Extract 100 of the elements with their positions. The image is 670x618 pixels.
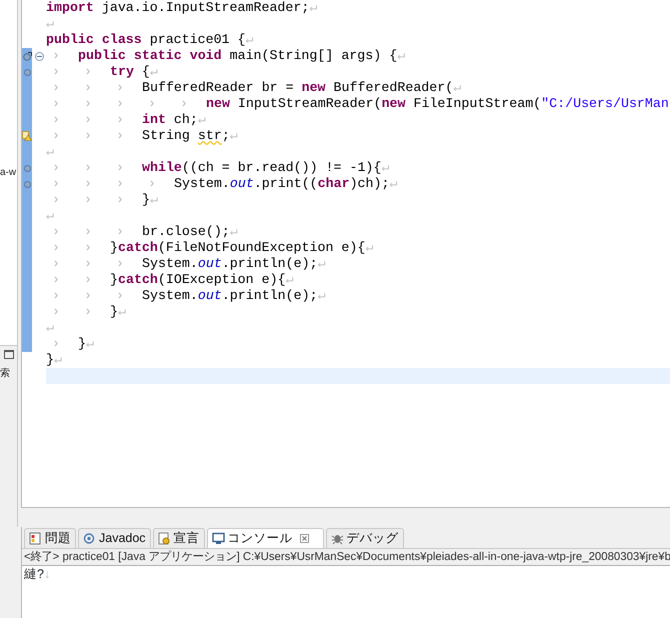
tab-marker: › xyxy=(51,192,61,208)
tab-marker: › xyxy=(115,288,125,304)
code-token: str xyxy=(198,128,222,144)
line-end-marker: ↵ xyxy=(230,224,238,240)
code-token: ((ch = br.read()) != -1){ xyxy=(182,160,382,176)
code-token: } xyxy=(142,192,150,208)
tab-marker: › xyxy=(83,128,93,144)
code-token: ch; xyxy=(172,112,198,128)
line-end-marker: ↵ xyxy=(389,176,398,192)
tab-marker: › xyxy=(51,80,61,96)
code-token: } xyxy=(110,304,118,320)
bug-icon xyxy=(330,532,344,545)
line-end-marker: ↵ xyxy=(46,208,54,224)
line-end-marker: ↵ xyxy=(46,16,54,32)
code-token: } xyxy=(110,240,118,256)
tab-marker: › xyxy=(51,304,61,320)
tab-marker: › xyxy=(115,96,125,112)
code-token: System. xyxy=(142,256,198,272)
line-end-marker: ↵ xyxy=(150,192,158,208)
line-end-marker: ↓ xyxy=(44,567,50,581)
line-end-marker: ↵ xyxy=(246,32,254,48)
panel-tab[interactable]: 問題 xyxy=(24,528,76,548)
line-end-marker: ↵ xyxy=(381,160,390,176)
line-end-marker: ↵ xyxy=(453,80,462,96)
tab-marker: › xyxy=(51,128,61,144)
code-token: BufferedReader br = xyxy=(142,80,295,96)
code-token: (FileNotFoundException e){ xyxy=(158,240,366,256)
tab-marker: › xyxy=(115,224,125,240)
tab-marker: › xyxy=(51,224,61,240)
tab-marker: › xyxy=(51,256,61,272)
console-text: 縺? xyxy=(24,567,44,581)
code-token: practice01 { xyxy=(148,32,246,48)
code-token: br.close(); xyxy=(142,224,230,240)
collapse-icon[interactable] xyxy=(34,52,44,60)
code-token: } xyxy=(78,336,86,352)
code-token: out xyxy=(230,176,254,192)
tab-marker: › xyxy=(51,288,61,304)
tab-marker: › xyxy=(83,224,93,240)
tab-marker: › xyxy=(51,240,61,256)
tab-marker: › xyxy=(179,96,189,112)
monitor-icon xyxy=(212,532,225,545)
tab-marker: › xyxy=(51,48,61,64)
tab-marker: › xyxy=(115,160,125,176)
tab-marker: › xyxy=(51,112,61,128)
code-token: import xyxy=(46,0,94,16)
panel-tab[interactable]: デバッグ xyxy=(326,528,404,548)
panel-tab[interactable]: コンソール xyxy=(206,528,324,548)
panel-label: 索 xyxy=(0,367,10,381)
code-editor[interactable] xyxy=(21,0,670,508)
code-token: System. xyxy=(174,176,230,192)
tab-marker: › xyxy=(83,160,93,176)
code-token: .println(e); xyxy=(222,256,318,272)
dot-marker-icon xyxy=(24,68,30,76)
tab-marker: › xyxy=(147,96,157,112)
tab-marker: › xyxy=(51,272,61,288)
tab-marker: › xyxy=(115,256,125,272)
code-token: char xyxy=(318,176,350,192)
line-end-marker: ↵ xyxy=(318,256,326,272)
panel-tab[interactable]: 宣言 xyxy=(152,528,205,548)
line-end-marker: ↵ xyxy=(46,144,54,160)
tab-marker: › xyxy=(51,64,61,80)
code-token: "C:/Users/UsrMan xyxy=(541,96,669,112)
code-token: new xyxy=(302,80,326,96)
code-token: ; xyxy=(222,128,230,144)
code-token: java.io.InputStreamReader; xyxy=(100,0,310,16)
code-token: String xyxy=(142,128,191,144)
code-token: int xyxy=(142,112,166,128)
tab-marker: › xyxy=(83,64,93,80)
code-token: try xyxy=(110,64,134,80)
tab-marker: › xyxy=(51,176,61,192)
tab-marker: › xyxy=(83,272,93,288)
line-end-marker: ↵ xyxy=(365,240,374,256)
list-icon xyxy=(29,532,42,545)
code-token: { xyxy=(140,64,150,80)
panel-label: a-w xyxy=(0,166,17,180)
line-end-marker: ↵ xyxy=(46,320,54,336)
tab-marker: › xyxy=(83,176,93,192)
line-end-marker: ↵ xyxy=(230,128,238,144)
console-header: <終了> practice01 [Java アプリケーション] C:¥Users¥UsrManSec¥Documents¥pleiades-all-in-one-java-wtp-jre_20080303¥jre¥b xyxy=(22,548,670,566)
code-token: InputStreamReader( xyxy=(236,96,382,112)
maximize-icon[interactable] xyxy=(4,350,14,359)
tab-marker: › xyxy=(83,112,93,128)
panel-tab[interactable]: Javadoc xyxy=(78,528,151,548)
tab-marker: › xyxy=(115,176,125,192)
tab-marker: › xyxy=(51,160,61,176)
line-end-marker: ↵ xyxy=(86,336,94,352)
close-icon[interactable] xyxy=(300,534,309,543)
line-end-marker: ↵ xyxy=(198,112,206,128)
tab-marker: › xyxy=(115,192,125,208)
code-token: out xyxy=(198,256,222,272)
line-end-marker: ↵ xyxy=(54,352,62,368)
code-token: while xyxy=(142,160,182,176)
tab-marker: › xyxy=(83,192,93,208)
tab-marker: › xyxy=(83,240,93,256)
at-sign-icon xyxy=(83,532,96,545)
tab-marker: › xyxy=(115,80,125,96)
line-end-marker: ↵ xyxy=(286,272,294,288)
tab-marker: › xyxy=(51,96,61,112)
code-token: FileInputStream( xyxy=(412,96,542,112)
code-token: } xyxy=(46,352,54,368)
